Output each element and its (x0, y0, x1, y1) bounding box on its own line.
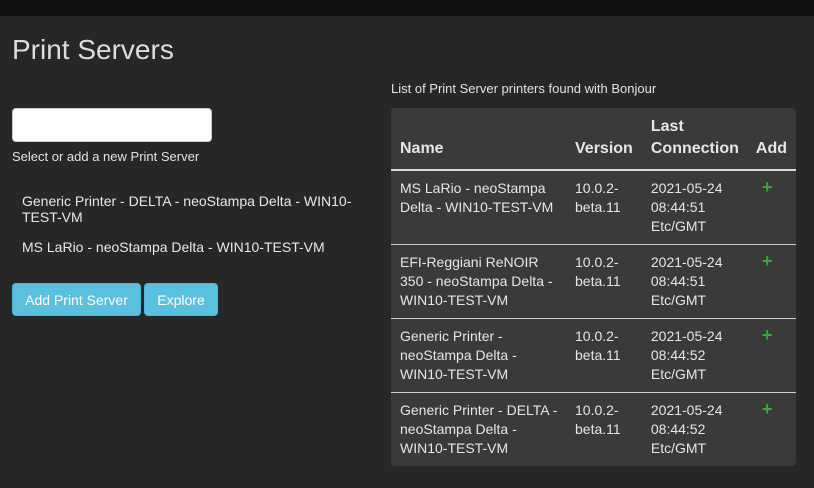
explore-button[interactable]: Explore (144, 283, 218, 316)
plus-icon[interactable]: + (756, 400, 773, 418)
printer-version-cell: 10.0.2-beta.11 (566, 244, 642, 319)
printer-last-connection-cell: 2021-05-24 08:44:52 Etc/GMT (641, 318, 747, 393)
input-help-text: Select or add a new Print Server (12, 149, 200, 164)
column-header-name: Name (391, 108, 566, 171)
page-title: Print Servers (12, 34, 174, 65)
plus-icon[interactable]: + (756, 178, 773, 196)
plus-icon[interactable]: + (756, 326, 773, 344)
column-header-last-connection: Last Connection (641, 108, 747, 171)
table-row: EFI-Reggiani ReNOIR 350 - neoStampa Delt… (391, 244, 796, 319)
bonjour-printers-table: Name Version Last Connection Add MS LaRi… (391, 108, 796, 466)
printer-name-cell: MS LaRio - neoStampa Delta - WIN10-TEST-… (400, 180, 554, 215)
printer-version-cell: 10.0.2-beta.11 (566, 318, 642, 393)
printer-name-cell: Generic Printer - DELTA - neoStampa Delt… (391, 392, 566, 466)
printer-name-cell: Generic Printer - neoStampa Delta - WIN1… (391, 318, 566, 393)
column-header-add: Add (746, 108, 796, 171)
plus-icon[interactable]: + (756, 252, 773, 270)
printer-last-connection-cell: 2021-05-24 08:44:51 Etc/GMT (641, 244, 747, 319)
print-server-item[interactable]: MS LaRio - neoStampa Delta - WIN10-TEST-… (22, 239, 372, 255)
bonjour-list-caption: List of Print Server printers found with… (391, 81, 657, 96)
table-row: Generic Printer - neoStampa Delta - WIN1… (391, 318, 796, 393)
print-server-list: Generic Printer - DELTA - neoStampa Delt… (22, 193, 372, 269)
printer-last-connection-cell: 2021-05-24 08:44:52 Etc/GMT (641, 392, 747, 466)
printer-last-connection-cell: 2021-05-24 08:44:51 Etc/GMT (650, 180, 723, 234)
print-server-item[interactable]: Generic Printer - DELTA - neoStampa Delt… (22, 193, 372, 225)
column-header-version: Version (566, 108, 642, 171)
table-header-row: Name Version Last Connection Add (391, 108, 796, 171)
print-server-input[interactable] (12, 108, 212, 142)
add-print-server-button[interactable]: Add Print Server (12, 283, 141, 316)
printer-name-cell: EFI-Reggiani ReNOIR 350 - neoStampa Delt… (391, 244, 566, 319)
table-row: Generic Printer - DELTA - neoStampa Delt… (391, 392, 796, 466)
printer-version-cell: 10.0.2-beta.11 (566, 392, 642, 466)
printer-version-cell: 10.0.2-beta.11 (575, 180, 621, 215)
top-navbar (0, 0, 814, 16)
table-row: MS LaRio - neoStampa Delta - WIN10-TEST-… (391, 170, 796, 245)
